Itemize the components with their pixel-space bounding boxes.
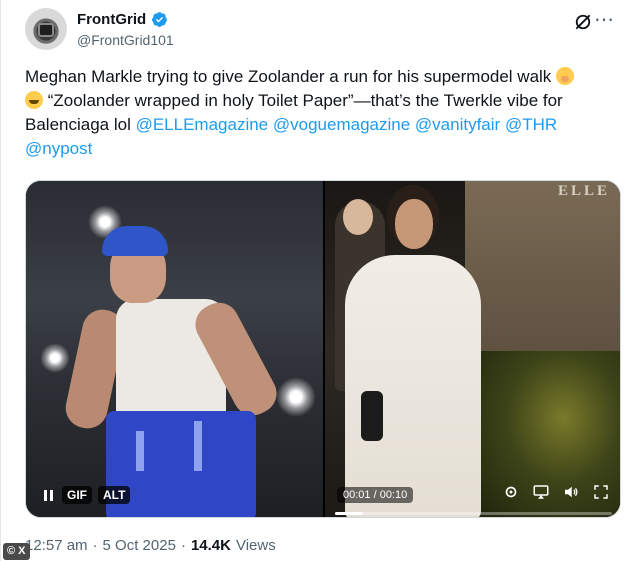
mention-link[interactable]: @nypost xyxy=(25,139,92,158)
tweet-meta: 12:57 am · 5 Oct 2025 · 14.4K Views xyxy=(25,537,276,554)
author-avatar[interactable] xyxy=(25,8,67,50)
video-person-bag xyxy=(361,391,383,441)
mention-link[interactable]: @ELLEmagazine xyxy=(136,115,269,134)
volume-icon[interactable] xyxy=(562,483,580,501)
background-person-face xyxy=(343,199,373,235)
tweet-text: Meghan Markle trying to give Zoolander a… xyxy=(25,65,611,161)
elle-watermark: ELLE xyxy=(557,183,610,199)
video-person-face xyxy=(395,199,433,249)
alt-button[interactable]: ALT xyxy=(98,486,131,504)
author-handle[interactable]: @FrontGrid101 xyxy=(77,32,174,48)
meta-separator: · xyxy=(180,537,186,554)
video-media[interactable]: ELLE 00:01 / 00:10 xyxy=(325,181,620,517)
shushing-face-emoji xyxy=(556,67,575,85)
tweet-text-line1: Meghan Markle trying to give Zoolander a… xyxy=(25,67,557,86)
tweet-text-line3: Balenciaga lol xyxy=(25,115,136,134)
meta-separator: · xyxy=(92,537,98,554)
author-name-row: FrontGrid xyxy=(77,11,168,28)
mention-link[interactable]: @THR xyxy=(505,115,557,134)
media-grid: GIF ALT ELLE 00:01 / 00:10 xyxy=(25,180,621,518)
tweet-header: FrontGrid @FrontGrid101 ⋯ xyxy=(25,6,615,56)
tweet-card: FrontGrid @FrontGrid101 ⋯ Meghan Markle … xyxy=(0,0,634,561)
video-controls xyxy=(502,483,610,501)
rolling-on-floor-laughing-emoji xyxy=(25,91,43,109)
settings-icon[interactable] xyxy=(502,483,520,501)
views-label: Views xyxy=(235,537,276,554)
video-time-display: 00:01 / 00:10 xyxy=(337,487,414,503)
mention-link[interactable]: @voguemagazine xyxy=(273,115,410,134)
fullscreen-icon[interactable] xyxy=(592,483,610,501)
views-count: 14.4K xyxy=(190,537,231,554)
tweet-time[interactable]: 12:57 am xyxy=(25,537,88,554)
gif-badge: GIF xyxy=(62,486,92,504)
grok-icon[interactable] xyxy=(573,12,593,32)
source-credit-badge: © X xyxy=(3,543,30,560)
gif-media[interactable]: GIF ALT xyxy=(26,181,323,517)
tweet-text-line2: “Zoolander wrapped in holy Toilet Paper”… xyxy=(43,91,563,110)
camera-avatar-icon xyxy=(38,23,54,37)
verified-badge-icon xyxy=(152,12,168,27)
stage-light xyxy=(276,377,316,417)
gif-controls: GIF ALT xyxy=(40,486,131,504)
tweet-date[interactable]: 5 Oct 2025 xyxy=(103,537,176,554)
more-options-icon[interactable]: ⋯ xyxy=(594,10,615,30)
pants-highlight xyxy=(194,421,202,471)
gif-person-helmet xyxy=(102,226,168,256)
video-progress-bar[interactable] xyxy=(335,512,612,515)
stage-light xyxy=(40,343,70,373)
video-person-white-outfit xyxy=(345,255,481,517)
pants-highlight xyxy=(136,431,144,471)
author-display-name[interactable]: FrontGrid xyxy=(77,11,146,28)
airplay-icon[interactable] xyxy=(532,483,550,501)
background-wall xyxy=(465,181,620,371)
pause-icon[interactable] xyxy=(40,486,56,504)
mention-link[interactable]: @vanityfair xyxy=(415,115,500,134)
video-progress-fill xyxy=(335,512,363,515)
